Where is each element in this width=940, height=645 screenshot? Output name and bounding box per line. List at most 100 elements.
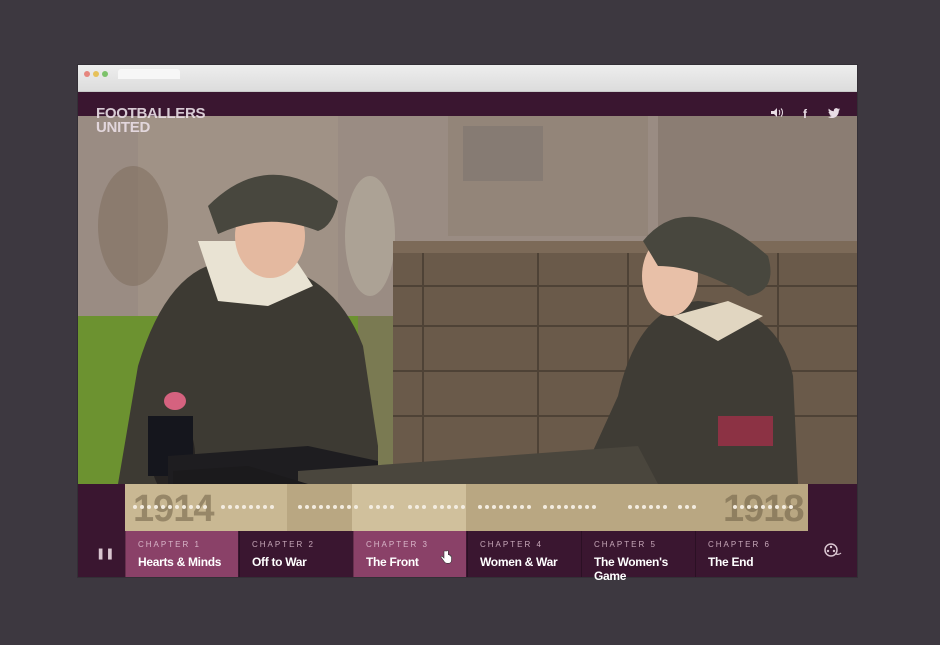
timeline-event-dot[interactable]: [147, 505, 151, 509]
timeline-bar: 1914 1918: [78, 484, 857, 531]
chapter-nav: CHAPTER 1 Hearts & Minds CHAPTER 2 Off t…: [78, 531, 857, 583]
chapter-title: Off to War: [252, 555, 307, 569]
timeline-event-dot[interactable]: [447, 505, 451, 509]
timeline-event-dot[interactable]: [478, 505, 482, 509]
timeline-event-dot[interactable]: [557, 505, 561, 509]
chapter-tab-5[interactable]: CHAPTER 5 The Women's Game: [581, 531, 694, 583]
timeline-event-dot[interactable]: [390, 505, 394, 509]
chapter-tab-1[interactable]: CHAPTER 1 Hearts & Minds: [125, 531, 238, 577]
timeline-event-dot[interactable]: [340, 505, 344, 509]
browser-chrome: [78, 65, 857, 92]
site-logo[interactable]: FOOTBALLERS UNITED: [96, 106, 206, 136]
timeline-event-dot[interactable]: [383, 505, 387, 509]
timeline-event-dot[interactable]: [461, 505, 465, 509]
timeline-event-dot[interactable]: [492, 505, 496, 509]
timeline-event-dot[interactable]: [775, 505, 779, 509]
browser-tab[interactable]: [118, 69, 180, 79]
timeline-event-dot[interactable]: [564, 505, 568, 509]
timeline-event-dot[interactable]: [140, 505, 144, 509]
timeline-event-dot[interactable]: [305, 505, 309, 509]
timeline-event-dot[interactable]: [520, 505, 524, 509]
timeline-event-dot[interactable]: [499, 505, 503, 509]
timeline-event-dot[interactable]: [298, 505, 302, 509]
timeline-event-dot[interactable]: [592, 505, 596, 509]
chapter-tab-2[interactable]: CHAPTER 2 Off to War: [239, 531, 352, 577]
timeline-event-dot[interactable]: [235, 505, 239, 509]
timeline-event-dot[interactable]: [454, 505, 458, 509]
timeline-event-dots: [133, 505, 801, 509]
timeline-event-dot[interactable]: [182, 505, 186, 509]
timeline-event-dot[interactable]: [270, 505, 274, 509]
timeline-event-dot[interactable]: [768, 505, 772, 509]
timeline-event-dot[interactable]: [692, 505, 696, 509]
timeline-event-dot[interactable]: [242, 505, 246, 509]
timeline-event-dot[interactable]: [550, 505, 554, 509]
timeline-event-dot[interactable]: [326, 505, 330, 509]
chapter-number: CHAPTER 5: [594, 540, 657, 549]
minimize-dot-icon[interactable]: [93, 71, 99, 77]
browser-window: FOOTBALLERS UNITED f 1914 1918 CHAPTER 1…: [78, 65, 857, 583]
timeline-event-dot[interactable]: [513, 505, 517, 509]
timeline-event-dot[interactable]: [263, 505, 267, 509]
timeline-event-dot[interactable]: [733, 505, 737, 509]
timeline-event-dot[interactable]: [789, 505, 793, 509]
close-dot-icon[interactable]: [84, 71, 90, 77]
timeline-event-dot[interactable]: [585, 505, 589, 509]
timeline-event-dot[interactable]: [740, 505, 744, 509]
timeline-event-dot[interactable]: [485, 505, 489, 509]
timeline-event-dot[interactable]: [154, 505, 158, 509]
chapter-tab-4[interactable]: CHAPTER 4 Women & War: [467, 531, 580, 577]
timeline-event-dot[interactable]: [133, 505, 137, 509]
timeline-event-dot[interactable]: [656, 505, 660, 509]
timeline-event-dot[interactable]: [527, 505, 531, 509]
timeline-event-dot[interactable]: [161, 505, 165, 509]
timeline-event-dot[interactable]: [347, 505, 351, 509]
timeline-event-dot[interactable]: [221, 505, 225, 509]
timeline-event-dot[interactable]: [678, 505, 682, 509]
timeline-event-dot[interactable]: [168, 505, 172, 509]
film-reel-icon[interactable]: [824, 543, 842, 561]
timeline-track[interactable]: 1914 1918: [125, 484, 808, 531]
timeline-event-dot[interactable]: [440, 505, 444, 509]
timeline-event-dot[interactable]: [543, 505, 547, 509]
logo-line-2: UNITED: [96, 119, 151, 136]
twitter-icon[interactable]: [828, 107, 840, 121]
timeline-event-dot[interactable]: [175, 505, 179, 509]
timeline-event-dot[interactable]: [433, 505, 437, 509]
timeline-event-dot[interactable]: [578, 505, 582, 509]
timeline-event-dot[interactable]: [782, 505, 786, 509]
pause-icon[interactable]: ❚❚: [96, 547, 114, 560]
timeline-event-dot[interactable]: [506, 505, 510, 509]
timeline-event-dot[interactable]: [663, 505, 667, 509]
timeline-event-dot[interactable]: [319, 505, 323, 509]
timeline-event-dot[interactable]: [754, 505, 758, 509]
chapter-tab-6[interactable]: CHAPTER 6 The End: [695, 531, 808, 577]
timeline-event-dot[interactable]: [228, 505, 232, 509]
maximize-dot-icon[interactable]: [102, 71, 108, 77]
speaker-icon[interactable]: [770, 107, 784, 121]
timeline-event-dot[interactable]: [685, 505, 689, 509]
timeline-event-dot[interactable]: [408, 505, 412, 509]
timeline-event-dot[interactable]: [571, 505, 575, 509]
timeline-event-dot[interactable]: [747, 505, 751, 509]
hero-image: [78, 116, 857, 484]
timeline-event-dot[interactable]: [354, 505, 358, 509]
timeline-event-dot[interactable]: [189, 505, 193, 509]
facebook-icon[interactable]: f: [803, 107, 807, 121]
timeline-event-dot[interactable]: [249, 505, 253, 509]
timeline-event-dot[interactable]: [422, 505, 426, 509]
timeline-event-dot[interactable]: [649, 505, 653, 509]
timeline-event-dot[interactable]: [312, 505, 316, 509]
timeline-event-dot[interactable]: [415, 505, 419, 509]
timeline-event-dot[interactable]: [635, 505, 639, 509]
timeline-event-dot[interactable]: [628, 505, 632, 509]
timeline-event-dot[interactable]: [369, 505, 373, 509]
timeline-event-dot[interactable]: [196, 505, 200, 509]
timeline-event-dot[interactable]: [256, 505, 260, 509]
timeline-event-dot[interactable]: [642, 505, 646, 509]
timeline-event-dot[interactable]: [203, 505, 207, 509]
timeline-event-dot[interactable]: [376, 505, 380, 509]
chapter-title: Hearts & Minds: [138, 555, 222, 569]
timeline-event-dot[interactable]: [333, 505, 337, 509]
timeline-event-dot[interactable]: [761, 505, 765, 509]
